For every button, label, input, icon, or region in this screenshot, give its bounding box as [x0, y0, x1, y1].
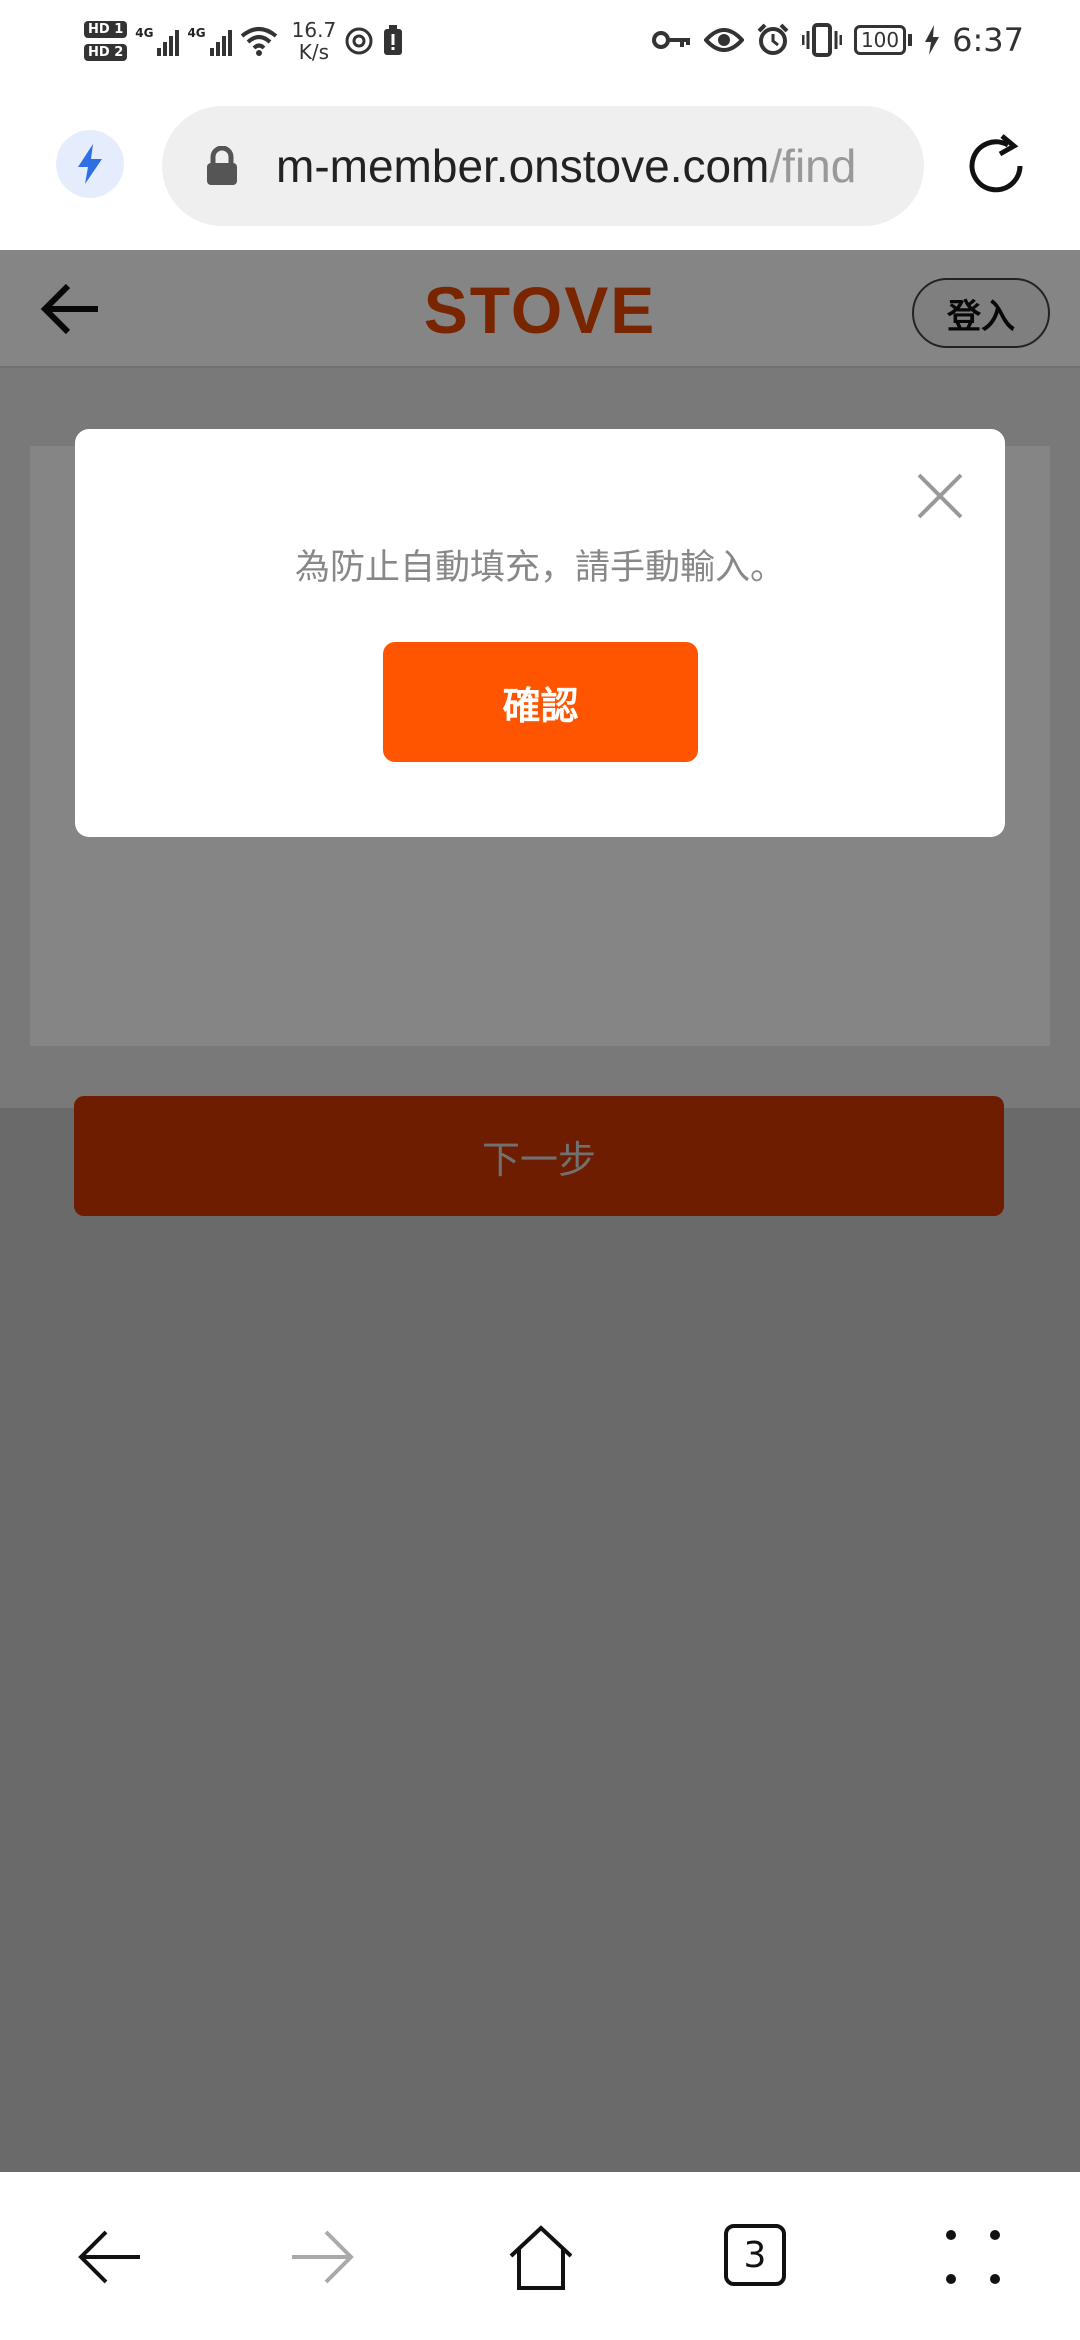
alarm-icon — [757, 23, 789, 55]
address-bar[interactable]: m-member.onstove.com/find — [162, 106, 924, 226]
clock: 6:37 — [952, 21, 1024, 59]
confirm-button[interactable]: 確認 — [383, 642, 698, 762]
network-speed: 16.7 K/s — [291, 18, 337, 64]
battery-alert-icon — [384, 25, 403, 55]
nav-forward-icon[interactable] — [288, 2222, 358, 2292]
signal-strength-icon-1: 4G — [135, 26, 180, 56]
status-left: HD 1 HD 2 4G 4G 16.7 K/s — [84, 10, 404, 72]
url-path: /find — [769, 140, 857, 192]
key-icon — [651, 31, 690, 49]
hd-indicator-2: HD 2 — [84, 44, 128, 61]
dialog-message: 為防止自動填充，請手動輸入。 — [294, 548, 785, 588]
home-icon[interactable] — [505, 2222, 577, 2294]
browser-bottom-nav: 3 — [0, 2172, 1080, 2340]
battery-icon: 100 — [853, 25, 913, 55]
status-bar: HD 1 HD 2 4G 4G 16.7 K/s 100 6:37 — [0, 0, 1080, 82]
wifi-icon — [240, 27, 277, 56]
url-host: m-member.onstove.com — [276, 140, 770, 192]
hd-indicator-1: HD 1 — [84, 21, 128, 38]
reload-icon[interactable] — [962, 132, 1030, 200]
status-right: 100 6:37 — [651, 16, 1024, 64]
tabs-button[interactable]: 3 — [724, 2224, 786, 2286]
hotspot-icon — [345, 27, 373, 55]
eye-icon — [703, 28, 744, 52]
close-icon[interactable] — [915, 471, 965, 521]
alert-dialog: 為防止自動填充，請手動輸入。 確認 — [75, 429, 1005, 837]
lightning-icon[interactable] — [56, 130, 124, 198]
menu-dots-icon[interactable] — [938, 2222, 1008, 2292]
lock-icon — [207, 146, 237, 185]
signal-strength-icon-2: 4G — [187, 26, 232, 56]
nav-back-icon[interactable] — [74, 2222, 144, 2292]
charging-icon — [925, 25, 940, 55]
vibrate-icon — [801, 23, 842, 57]
browser-toolbar: m-member.onstove.com/find — [0, 82, 1080, 250]
